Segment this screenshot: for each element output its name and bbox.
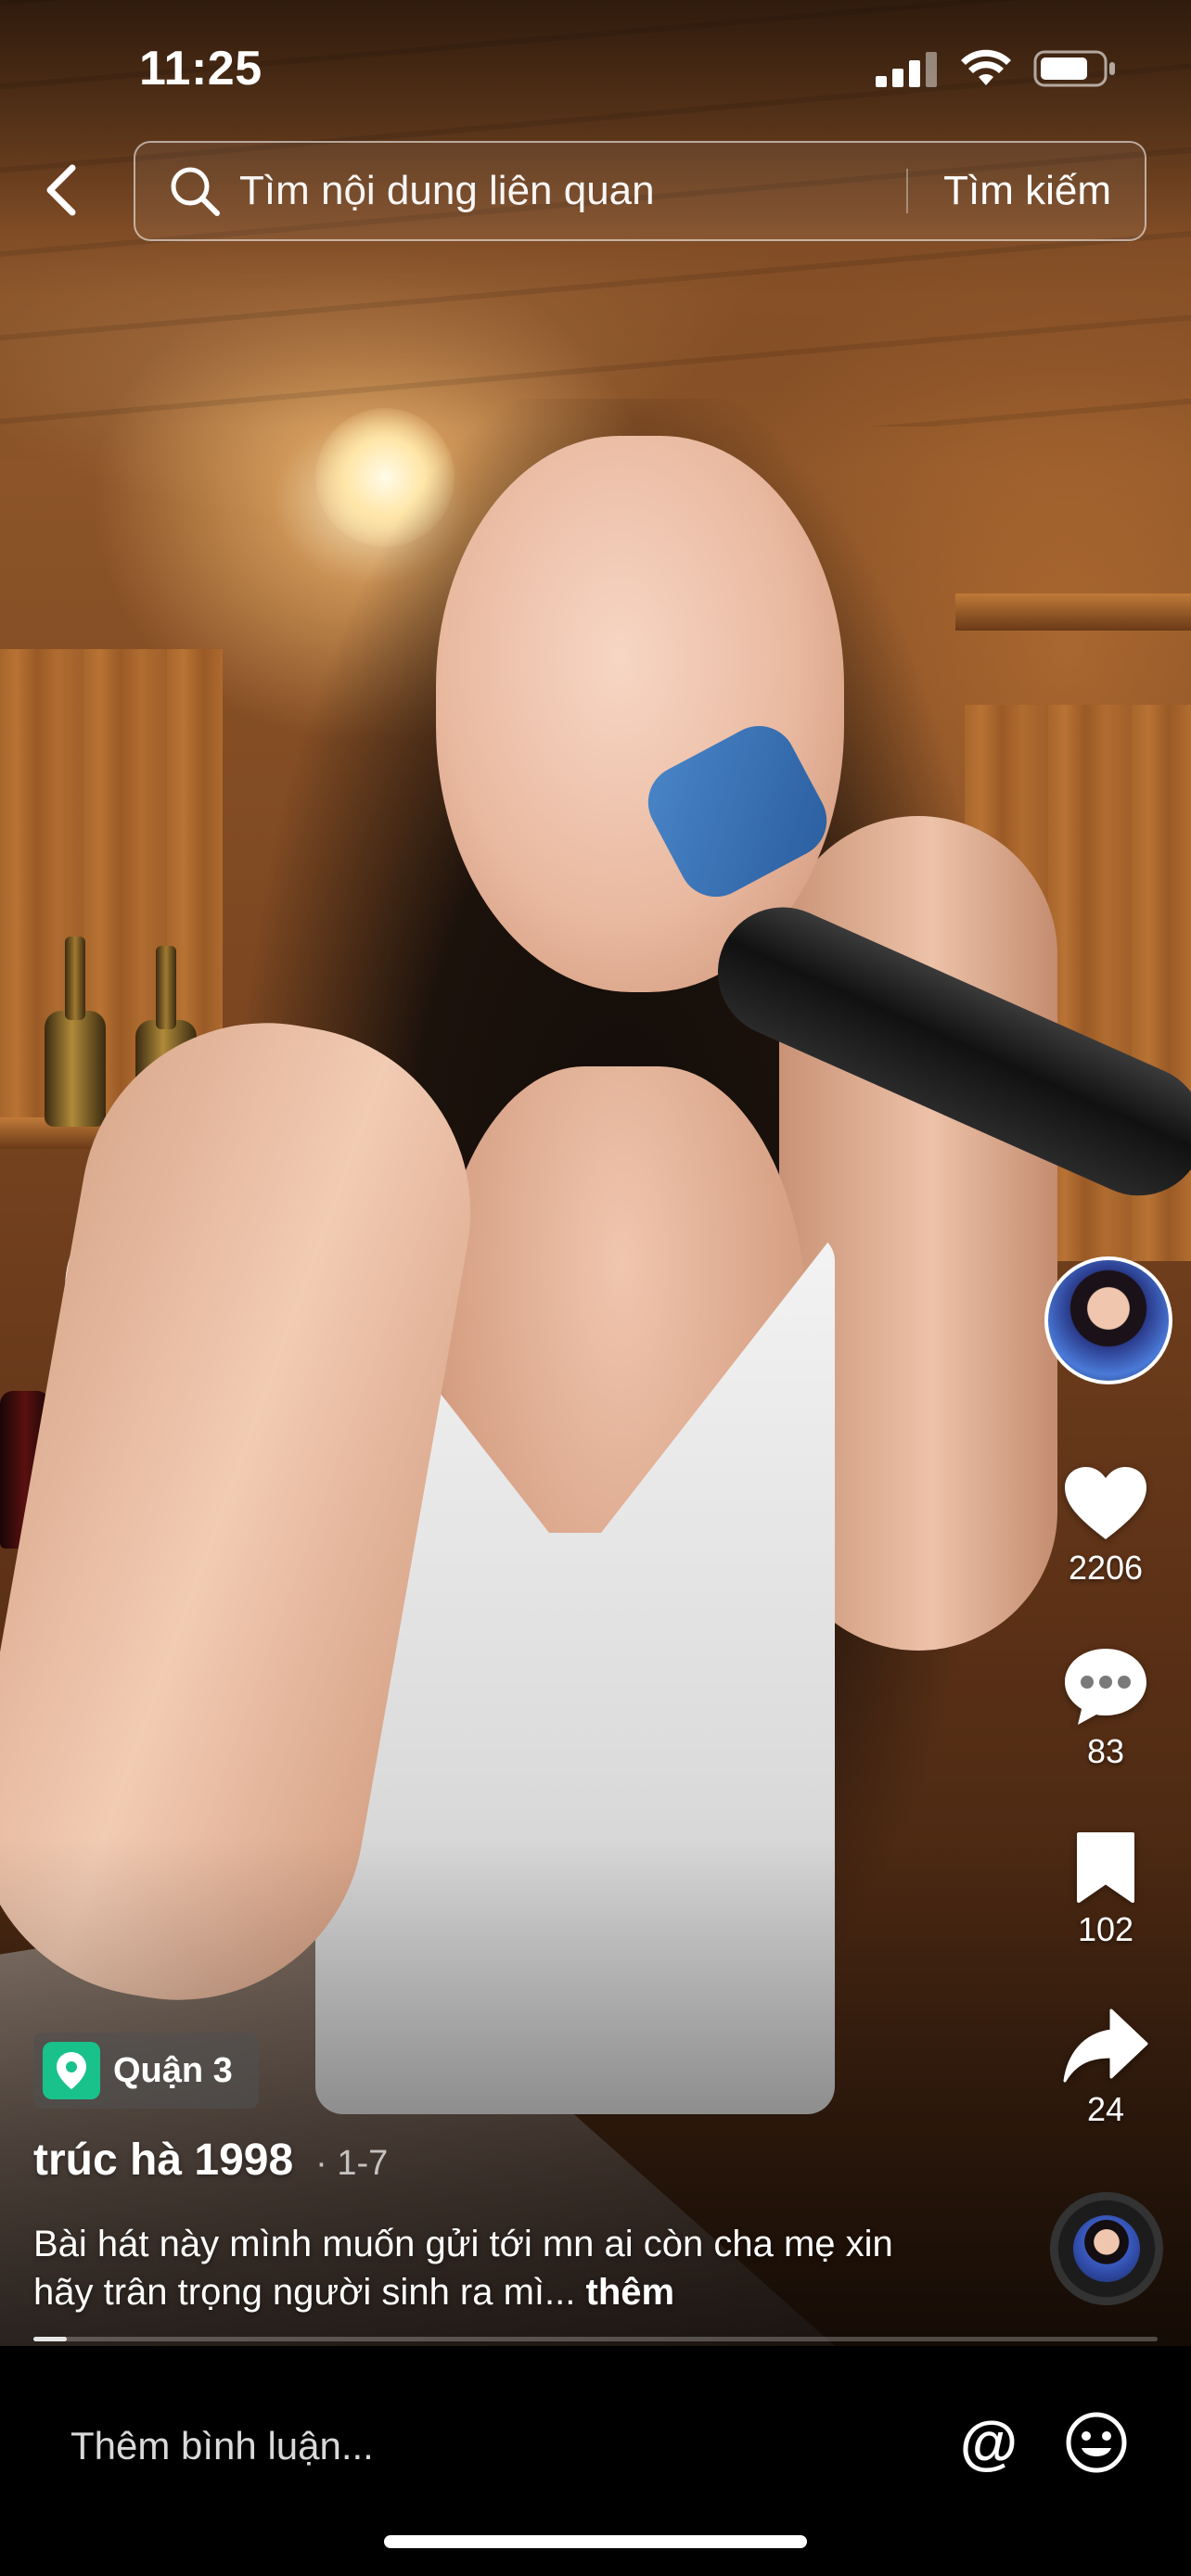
emoji-button[interactable] [1059,2405,1133,2480]
wifi-icon [961,49,1011,85]
smiley-icon [1066,2412,1127,2473]
like-button[interactable]: 2206 [1048,1465,1163,1588]
save-button[interactable]: 102 [1048,1830,1163,1949]
search-icon [171,167,220,216]
caption-text: Bài hát này mình muốn gửi tới mn ai còn … [33,2224,893,2313]
cellular-signal-icon [876,52,937,87]
caption-more-link[interactable]: thêm [586,2272,675,2313]
search-input[interactable] [239,168,907,214]
bookmark-icon [1077,1832,1134,1903]
mention-button[interactable]: @ [952,2405,1026,2480]
video-screen: 11:25 Tìm kiếm [0,0,1191,2576]
creator-avatar[interactable] [1044,1256,1172,1384]
music-disc-cover [1073,2215,1140,2282]
comment-count: 83 [1086,1732,1125,1770]
heart-icon [1065,1467,1146,1539]
comment-bar: @ [0,2346,1191,2576]
back-button[interactable] [33,158,89,223]
search-submit-button[interactable]: Tìm kiếm [908,143,1145,239]
video-player[interactable] [0,0,1191,2346]
video-progress-bar[interactable] [33,2337,1158,2341]
author-row: trúc hà 1998 1-7 [33,2135,388,2186]
search-bar[interactable]: Tìm kiếm [134,141,1146,241]
like-count: 2206 [1068,1549,1144,1587]
comment-input[interactable] [70,2400,924,2493]
music-disc[interactable] [1050,2192,1163,2305]
save-count: 102 [1077,1910,1134,1948]
video-caption[interactable]: Bài hát này mình muốn gửi tới mn ai còn … [33,2220,924,2316]
share-button[interactable]: 24 [1048,2007,1163,2129]
video-bottle [45,937,106,1127]
location-pin-icon [43,2042,100,2099]
status-icons [876,48,1117,89]
chevron-left-icon [46,164,76,216]
post-date: 1-7 [315,2144,388,2184]
share-arrow-icon [1063,2009,1148,2083]
speech-bubble-icon [1065,1649,1146,1725]
location-pin-glyph [57,2052,86,2089]
status-time: 11:25 [139,42,263,96]
battery-icon [1033,50,1115,87]
location-label: Quận 3 [113,2050,233,2090]
home-indicator [384,2535,807,2548]
share-count: 24 [1086,2090,1125,2128]
comment-button[interactable]: 83 [1048,1645,1163,1771]
location-tag[interactable]: Quận 3 [33,2033,259,2109]
author-name[interactable]: trúc hà 1998 [33,2135,293,2186]
video-progress-fill [33,2337,68,2341]
